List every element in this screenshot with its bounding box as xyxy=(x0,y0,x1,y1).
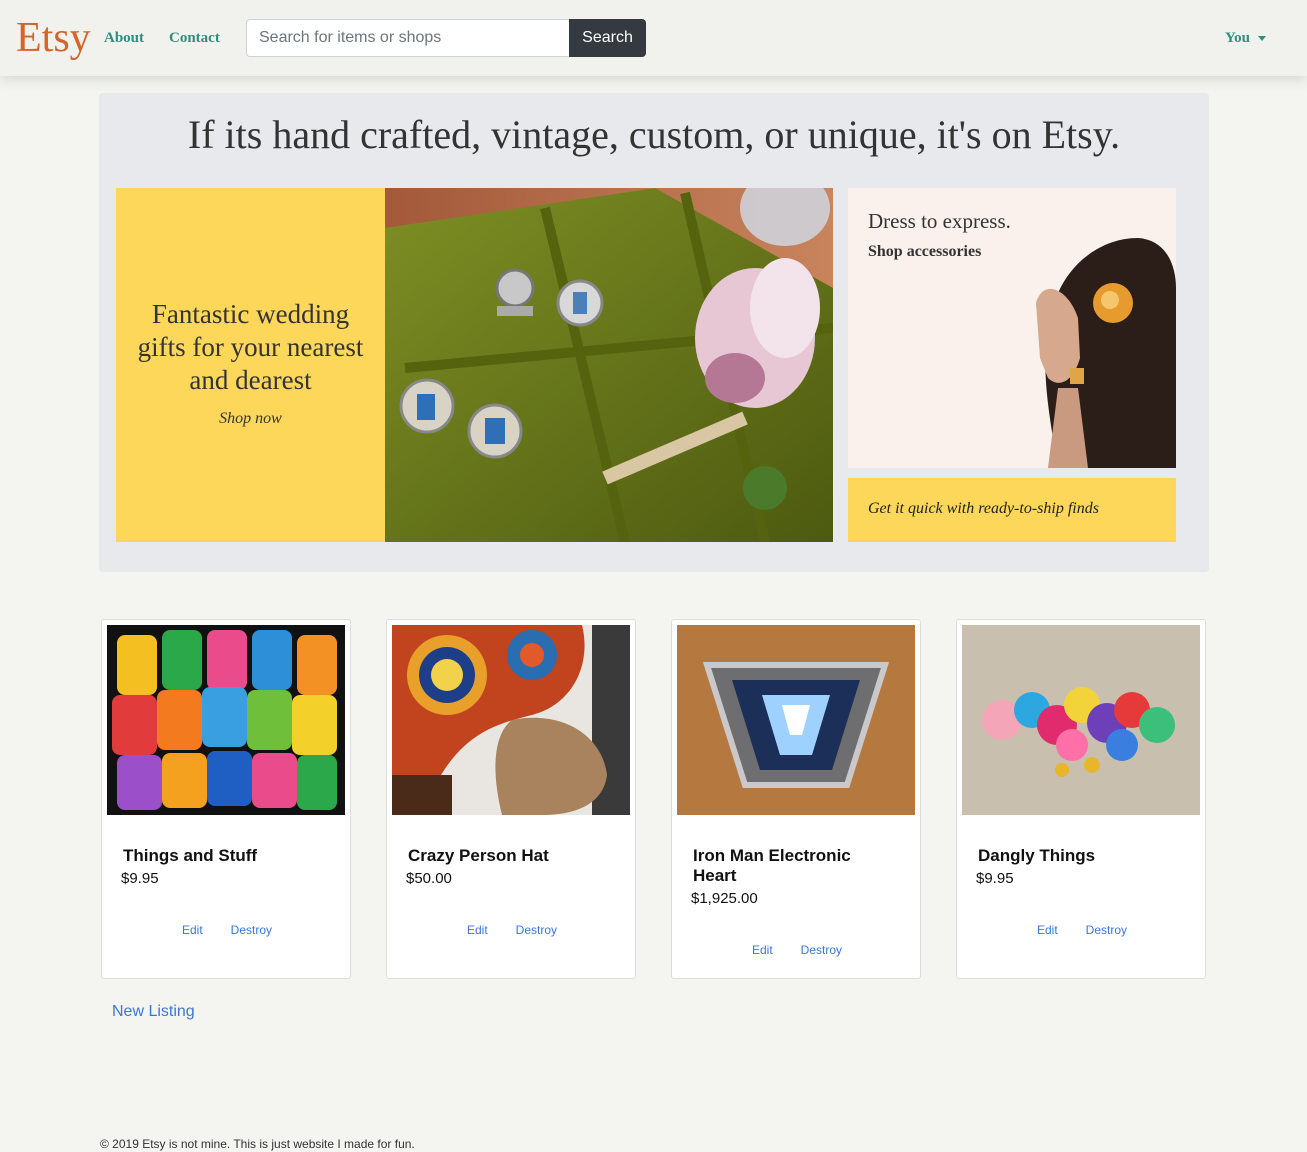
listing-price: $9.95 xyxy=(121,870,159,887)
hero-jumbotron: If its hand crafted, vintage, custom, or… xyxy=(99,93,1209,572)
search-form: Search xyxy=(246,19,646,57)
new-listing-link[interactable]: New Listing xyxy=(112,1003,195,1021)
listing-card: Iron Man Electronic Heart $1,925.00 Edit… xyxy=(671,619,921,979)
listing-card: Dangly Things $9.95 Edit Destroy xyxy=(956,619,1206,979)
wedding-promo-panel[interactable]: Fantastic wedding gifts for your nearest… xyxy=(116,188,385,542)
edit-link[interactable]: Edit xyxy=(182,923,203,937)
listing-title[interactable]: Dangly Things xyxy=(978,846,1178,866)
listing-actions: Edit Destroy xyxy=(672,943,922,957)
destroy-link[interactable]: Destroy xyxy=(231,923,272,937)
listing-card: Crazy Person Hat $50.00 Edit Destroy xyxy=(386,619,636,979)
destroy-link[interactable]: Destroy xyxy=(516,923,557,937)
listing-price: $9.95 xyxy=(976,870,1014,887)
listing-actions: Edit Destroy xyxy=(387,923,637,937)
accessories-promo-card[interactable]: Dress to express. Shop accessories xyxy=(848,188,1176,468)
listing-price: $1,925.00 xyxy=(691,890,758,907)
nav-about-link[interactable]: About xyxy=(104,30,144,47)
shop-now-link[interactable]: Shop now xyxy=(116,410,385,428)
edit-link[interactable]: Edit xyxy=(752,943,773,957)
listing-image[interactable] xyxy=(107,625,345,815)
woman-with-hairclip-photo xyxy=(1036,238,1176,468)
shop-accessories-link[interactable]: Shop accessories xyxy=(868,243,981,261)
listing-image[interactable] xyxy=(392,625,630,815)
listing-card: Things and Stuff $9.95 Edit Destroy xyxy=(101,619,351,979)
wedding-promo-text: Fantastic wedding gifts for your nearest… xyxy=(137,299,364,395)
edit-link[interactable]: Edit xyxy=(1037,923,1058,937)
destroy-link[interactable]: Destroy xyxy=(1086,923,1127,937)
destroy-link[interactable]: Destroy xyxy=(801,943,842,957)
hero-title: If its hand crafted, vintage, custom, or… xyxy=(187,112,1121,157)
cufflinks-photo[interactable] xyxy=(385,188,833,542)
listing-actions: Edit Destroy xyxy=(957,923,1207,937)
accessories-promo-title: Dress to express. xyxy=(868,209,1011,233)
footer-text: © 2019 Etsy is not mine. This is just we… xyxy=(100,1137,415,1151)
navbar: Etsy About Contact Search You xyxy=(0,0,1307,76)
listing-image[interactable] xyxy=(677,625,915,815)
ready-to-ship-banner[interactable]: Get it quick with ready-to-ship finds xyxy=(848,478,1176,542)
user-menu-toggle[interactable]: You xyxy=(1225,30,1250,47)
listing-title[interactable]: Iron Man Electronic Heart xyxy=(693,846,893,886)
edit-link[interactable]: Edit xyxy=(467,923,488,937)
search-button[interactable]: Search xyxy=(569,19,646,57)
listing-title[interactable]: Crazy Person Hat xyxy=(408,846,608,866)
listing-image[interactable] xyxy=(962,625,1200,815)
search-input[interactable] xyxy=(246,19,569,57)
brand-logo[interactable]: Etsy xyxy=(16,12,91,64)
ready-to-ship-text: Get it quick with ready-to-ship finds xyxy=(868,500,1099,517)
chevron-down-icon[interactable] xyxy=(1258,36,1266,41)
listing-title[interactable]: Things and Stuff xyxy=(123,846,323,866)
listing-actions: Edit Destroy xyxy=(102,923,352,937)
listing-price: $50.00 xyxy=(406,870,452,887)
nav-contact-link[interactable]: Contact xyxy=(169,30,220,47)
